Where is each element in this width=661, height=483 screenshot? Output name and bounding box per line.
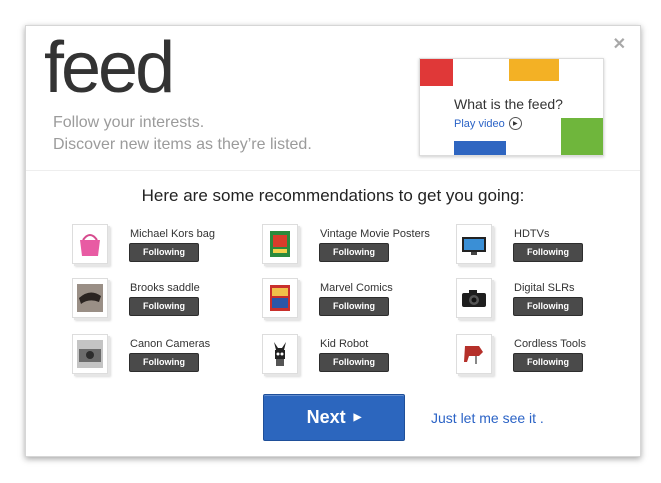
following-button[interactable]: Following <box>129 353 199 372</box>
promo-question: What is the feed? <box>454 96 563 112</box>
skip-link[interactable]: Just let me see it . <box>431 410 544 426</box>
yellow-tile <box>509 59 559 81</box>
list-item: HDTVs Following <box>456 220 626 268</box>
following-button[interactable]: Following <box>319 297 389 316</box>
list-item: Canon Cameras Following <box>72 330 242 378</box>
list-item: Digital SLRs Following <box>456 274 626 322</box>
handbag-icon <box>72 224 108 264</box>
comic-icon <box>262 278 298 318</box>
dslr-camera-icon <box>456 278 492 318</box>
item-label: Brooks saddle <box>130 282 200 294</box>
next-button[interactable]: Next ▶ <box>263 394 405 441</box>
blue-tile <box>454 141 506 155</box>
list-item: Vintage Movie Posters Following <box>262 220 432 268</box>
tagline-line-1: Follow your interests. <box>53 114 205 131</box>
play-icon[interactable]: ▶ <box>508 117 522 130</box>
green-tile <box>561 118 603 155</box>
item-label: Vintage Movie Posters <box>320 228 430 240</box>
divider <box>26 170 640 171</box>
poster-icon <box>262 224 298 264</box>
jigsaw-tool-icon <box>456 334 492 374</box>
red-tile <box>420 59 453 86</box>
following-button[interactable]: Following <box>513 353 583 372</box>
following-button[interactable]: Following <box>319 243 389 262</box>
following-button[interactable]: Following <box>129 243 199 262</box>
list-item: Michael Kors bag Following <box>72 220 242 268</box>
tagline-line-2: Discover new items as they’re listed. <box>53 136 312 153</box>
following-button[interactable]: Following <box>513 297 583 316</box>
list-item: Marvel Comics Following <box>262 274 432 322</box>
item-label: Cordless Tools <box>514 338 586 350</box>
following-button[interactable]: Following <box>513 243 583 262</box>
toy-figure-icon <box>262 334 298 374</box>
play-arrow-icon: ▶ <box>353 412 362 423</box>
list-item: Brooks saddle Following <box>72 274 242 322</box>
list-item: Cordless Tools Following <box>456 330 626 378</box>
item-label: Michael Kors bag <box>130 228 215 240</box>
play-video-label: Play video <box>454 117 505 130</box>
item-label: Marvel Comics <box>320 282 393 294</box>
feed-logo: feed <box>44 28 175 108</box>
following-button[interactable]: Following <box>129 297 199 316</box>
saddle-icon <box>72 278 108 318</box>
item-label: HDTVs <box>514 228 550 240</box>
recommendations-dialog: ✕ feed Follow your interests. Discover n… <box>25 25 641 457</box>
item-label: Canon Cameras <box>130 338 211 350</box>
close-icon[interactable]: ✕ <box>613 37 626 53</box>
item-label: Kid Robot <box>320 338 369 350</box>
what-is-feed-promo[interactable]: What is the feed? Play video ▶ <box>419 58 604 156</box>
play-video-link[interactable]: Play video ▶ <box>454 117 522 130</box>
recommendations-heading: Here are some recommendations to get you… <box>141 186 525 205</box>
next-label: Next <box>306 407 346 427</box>
list-item: Kid Robot Following <box>262 330 432 378</box>
tv-icon <box>456 224 492 264</box>
item-label: Digital SLRs <box>514 282 575 294</box>
camera-icon <box>72 334 108 374</box>
following-button[interactable]: Following <box>319 353 389 372</box>
